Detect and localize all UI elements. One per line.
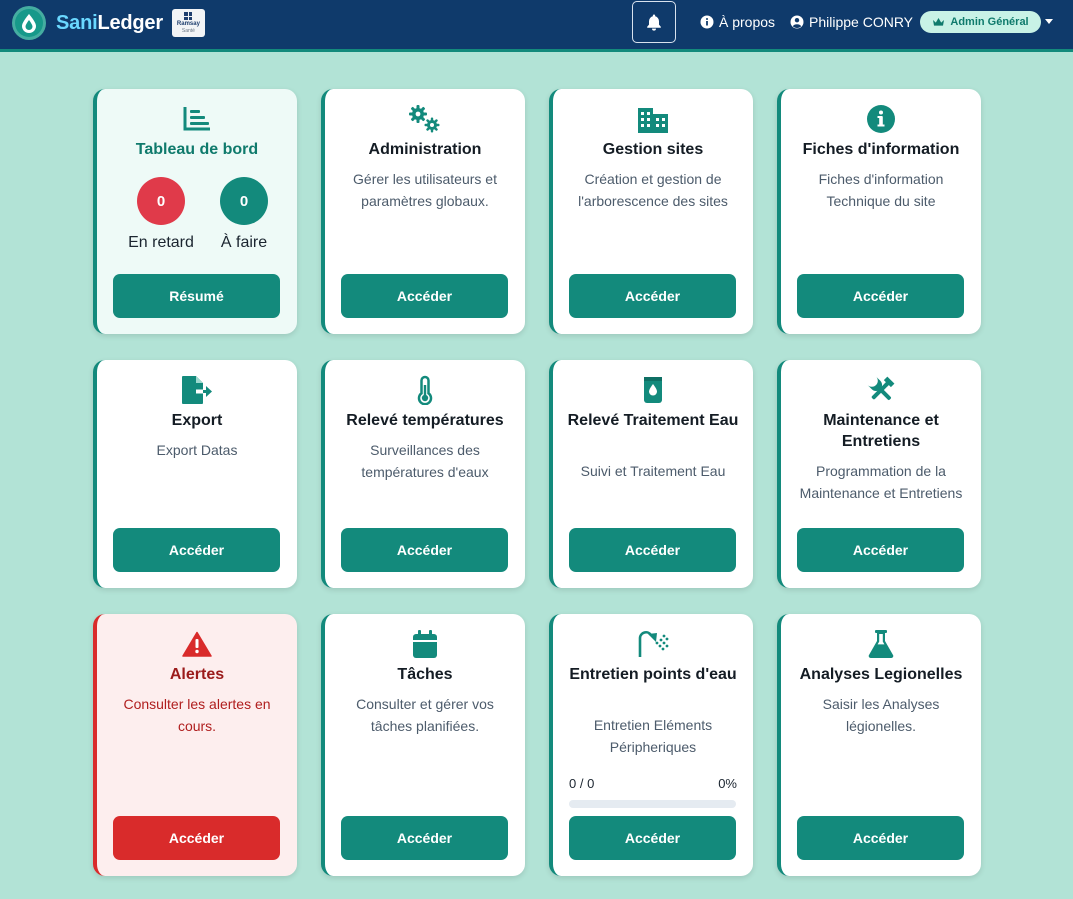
card-description: Entretien Eléments Péripheriques [593,717,713,755]
user-dropdown-caret-icon[interactable] [1045,19,1053,24]
export-access-button[interactable]: Accéder [113,528,280,572]
late-count-badge: 0 [137,177,185,225]
bell-icon [647,14,661,31]
progress-bar [569,800,736,808]
card-title: Entretien points d'eau [569,666,737,683]
thermometer-icon [325,374,525,406]
card-title: Tâches [397,666,453,683]
card-title: Relevé Traitement Eau [567,412,739,429]
card-taches: Tâches Consulter et gérer vos tâches pla… [321,614,525,876]
progress-count: 0 / 0 [569,776,595,791]
brand-home-link[interactable]: SaniLedger Ramsay Santé [12,6,205,40]
card-description: Consulter et gérer vos tâches planifiées… [356,696,494,734]
card-traitement: Relevé Traitement Eau Suivi et Traitemen… [549,360,753,588]
card-description: Suivi et Traitement Eau [580,463,726,479]
app-name: SaniLedger [56,12,163,35]
gears-icon [325,103,525,135]
card-administration: Administration Gérer les utilisateurs et… [321,89,525,334]
partner-logo: Ramsay Santé [171,9,205,37]
user-circle-icon [790,15,804,29]
flask-icon [781,628,981,660]
file-export-icon [97,374,297,406]
chart-bar-icon [97,103,297,135]
card-sites: Gestion sites Création et gestion de l'a… [549,89,753,334]
partner-subtitle: Santé [181,28,195,34]
card-title: Analyses Legionelles [799,666,963,683]
ramsay-mark-icon [184,12,193,20]
app-name-second: Ledger [97,11,163,34]
top-navbar: SaniLedger Ramsay Santé À propos Philipp… [0,0,1073,52]
water-drop-logo-icon [12,6,46,40]
sites-access-button[interactable]: Accéder [569,274,736,318]
card-title: Maintenance et Entretiens [823,412,939,450]
user-menu[interactable]: Philippe CONRY [790,12,913,32]
card-description: Surveillances des températures d'eaux [361,442,489,480]
card-description: Programmation de la Maintenance et Entre… [799,463,963,501]
fiches-access-button[interactable]: Accéder [797,274,964,318]
card-title: Gestion sites [602,141,704,158]
role-label: Admin Général [950,16,1029,28]
crown-icon [933,18,945,26]
points-eau-access-button[interactable]: Accéder [569,816,736,860]
legionelles-access-button[interactable]: Accéder [797,816,964,860]
card-description: Consulter les alertes en cours. [123,696,271,734]
card-export: Export Export Datas Accéder [93,360,297,588]
administration-access-button[interactable]: Accéder [341,274,508,318]
card-fiches: Fiches d'information Fiches d'informatio… [777,89,981,334]
about-link[interactable]: À propos [700,12,775,32]
info-circle-icon [700,15,714,29]
shower-icon [553,628,753,660]
alertes-access-button[interactable]: Accéder [113,816,280,860]
partner-name: Ramsay [176,21,200,27]
summary-button[interactable]: Résumé [113,274,280,318]
tools-icon [781,374,981,406]
card-title: Relevé températures [346,412,504,429]
progress-info: 0 / 0 0% [569,776,737,794]
card-title: Fiches d'information [802,141,960,158]
card-description: Gérer les utilisateurs et paramètres glo… [353,171,497,209]
late-label: En retard [128,234,194,251]
progress-percent: 0% [718,776,737,791]
role-badge[interactable]: Admin Général [920,11,1041,33]
maintenance-access-button[interactable]: Accéder [797,528,964,572]
card-title: Administration [368,141,482,158]
user-name: Philippe CONRY [809,14,914,30]
todo-count-badge: 0 [220,177,268,225]
bottle-droplet-icon [553,374,753,406]
calendar-icon [325,628,525,660]
card-description: Création et gestion de l'arborescence de… [578,171,728,209]
card-description: Saisir les Analyses légionelles. [822,696,940,734]
todo-label: À faire [220,234,268,251]
about-label: À propos [719,14,776,30]
card-title: Export [171,412,223,429]
card-alertes: Alertes Consulter les alertes en cours. … [93,614,297,876]
building-icon [553,103,753,135]
traitement-access-button[interactable]: Accéder [569,528,736,572]
notifications-button[interactable] [632,1,676,43]
taches-access-button[interactable]: Accéder [341,816,508,860]
card-temperatures: Relevé températures Surveillances des te… [321,360,525,588]
card-legionelles: Analyses Legionelles Saisir les Analyses… [777,614,981,876]
temperatures-access-button[interactable]: Accéder [341,528,508,572]
card-maintenance: Maintenance et Entretiens Programmation … [777,360,981,588]
card-dashboard: Tableau de bord 0 0 En retard À faire Ré… [93,89,297,334]
card-points-eau: Entretien points d'eau Entretien Elément… [549,614,753,876]
card-title: Alertes [169,666,225,683]
card-description: Fiches d'information Technique du site [818,171,944,209]
app-name-first: Sani [56,11,98,34]
card-description: Export Datas [156,442,238,458]
info-circle-icon [781,103,981,135]
warning-triangle-icon [97,628,297,660]
card-title: Tableau de bord [135,141,259,158]
